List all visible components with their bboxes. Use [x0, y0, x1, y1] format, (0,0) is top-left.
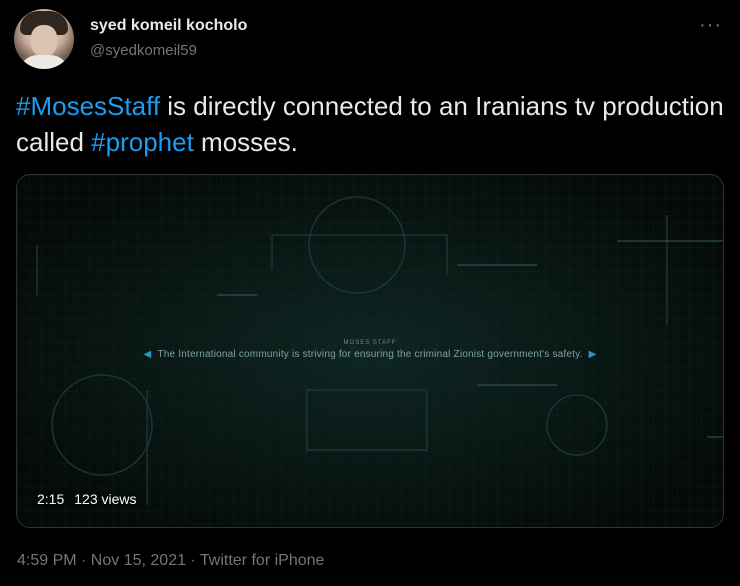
video-stats: 2:15 123 views — [37, 491, 137, 507]
hashtag-link[interactable]: #prophet — [91, 127, 194, 157]
triangle-left-icon: ◀ — [143, 349, 152, 360]
user-handle[interactable]: @syedkomeil59 — [90, 42, 197, 59]
triangle-right-icon: ▶ — [588, 349, 597, 360]
video-duration: 2:15 — [37, 491, 65, 507]
video-caption-text: The International community is striving … — [157, 349, 583, 360]
hashtag-link[interactable]: #MosesStaff — [16, 91, 160, 121]
tweet-text: #MosesStaff is directly connected to an … — [16, 88, 726, 160]
tweet-timestamp[interactable]: 4:59 PM · Nov 15, 2021 · Twitter for iPh… — [17, 552, 324, 570]
tweet-text-segment: mosses. — [193, 127, 298, 157]
more-options-icon[interactable]: ··· — [699, 15, 722, 35]
video-caption: ◀ The International community is striving… — [17, 349, 723, 360]
view-count: 123 views — [74, 491, 137, 507]
display-name[interactable]: syed komeil kocholo — [90, 17, 247, 35]
avatar[interactable] — [14, 9, 74, 69]
tweet-header: syed komeil kocholo @syedkomeil59 ··· — [14, 9, 726, 71]
video-player[interactable]: MOSES STAFF ◀ The International community… — [16, 174, 724, 528]
video-brand-text: MOSES STAFF — [343, 340, 397, 346]
